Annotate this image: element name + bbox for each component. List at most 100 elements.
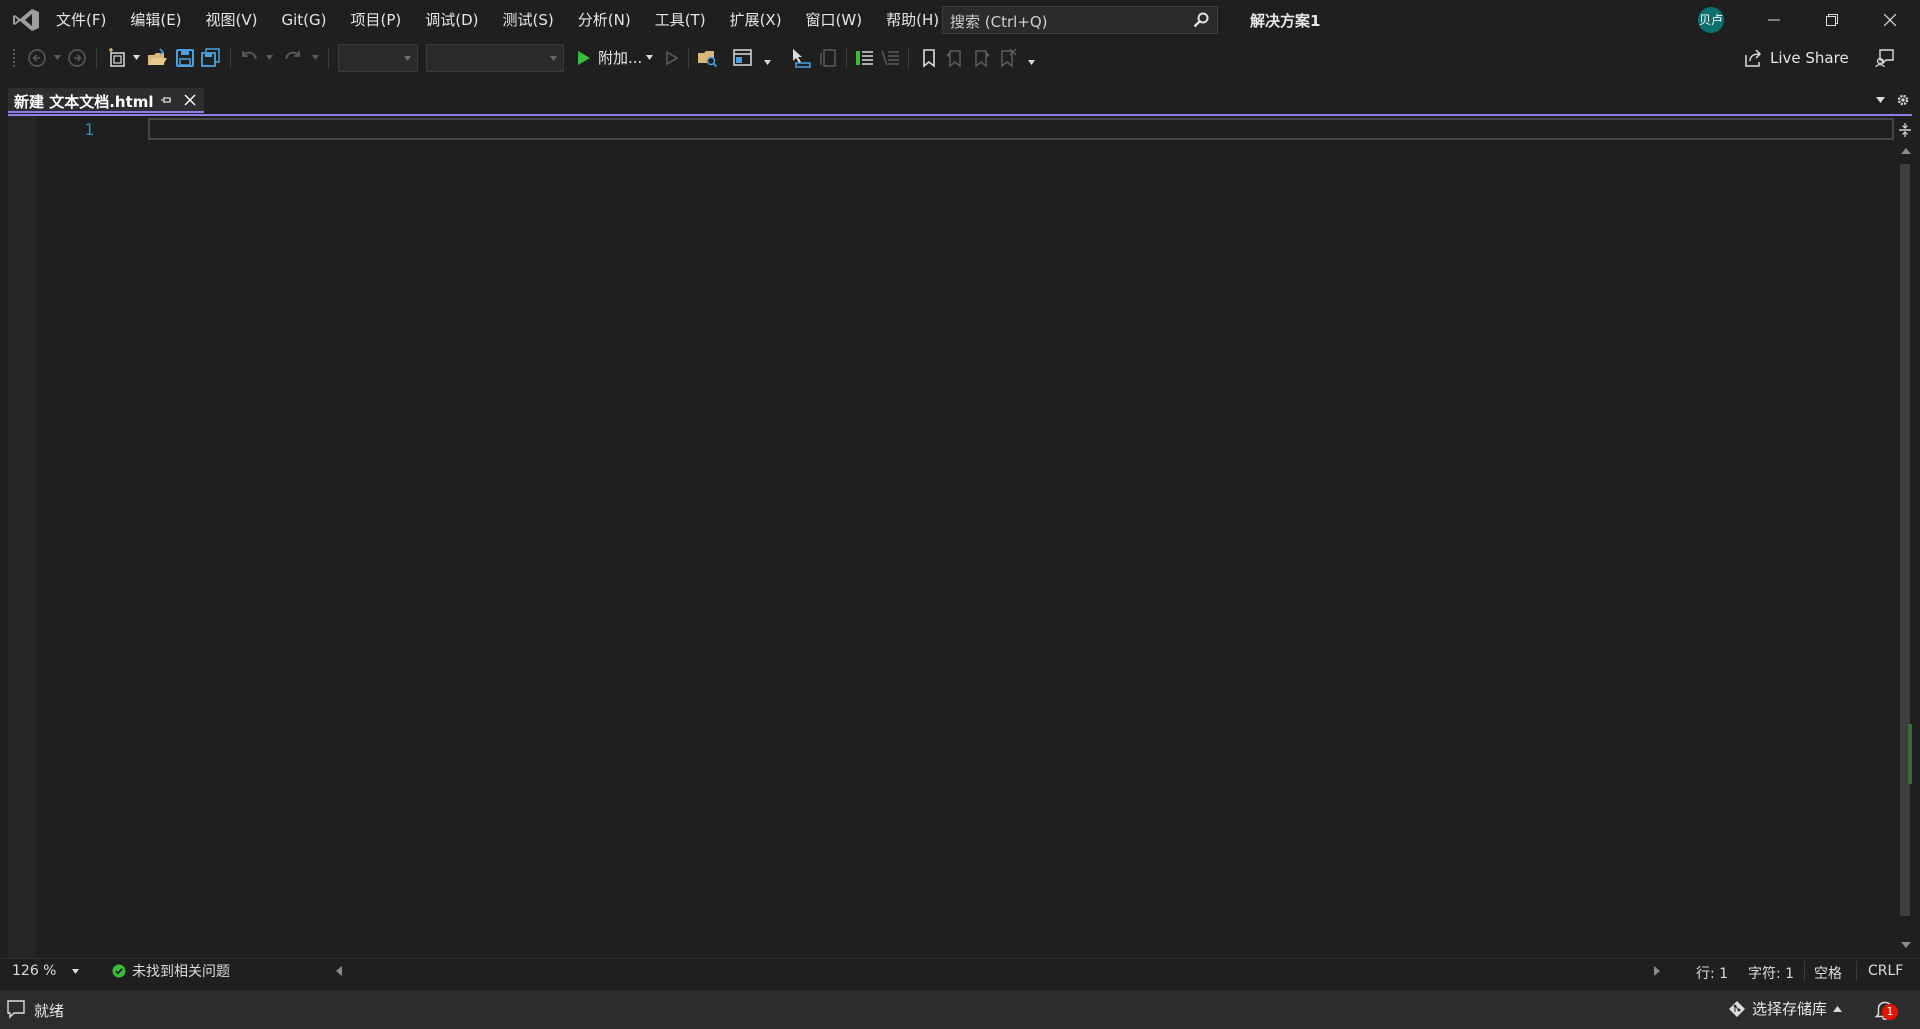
scrollbar-thumb[interactable] — [1900, 164, 1910, 916]
browse-folder-button[interactable] — [696, 47, 718, 69]
step-into-specific-button[interactable] — [790, 47, 812, 69]
menu-test[interactable]: 测试(S) — [491, 5, 566, 35]
new-dropdown-icon[interactable] — [133, 55, 140, 60]
start-dropdown-icon[interactable] — [646, 55, 653, 60]
menu-analyze[interactable]: 分析(N) — [566, 5, 643, 35]
issues-indicator[interactable]: 未找到相关问题 — [112, 961, 230, 981]
scroll-right-icon[interactable] — [1654, 966, 1660, 976]
document-arrow-icon — [820, 49, 836, 67]
start-label[interactable]: 附加... — [598, 47, 642, 68]
close-icon[interactable] — [184, 94, 196, 106]
undo-dropdown-icon[interactable] — [266, 55, 273, 60]
minimize-button[interactable] — [1746, 0, 1802, 40]
layout-dropdown-icon[interactable] — [764, 60, 771, 65]
chevron-down-icon — [550, 56, 557, 61]
menu-project[interactable]: 项目(P) — [339, 5, 414, 35]
menu-edit[interactable]: 编辑(E) — [118, 5, 193, 35]
feedback-button[interactable] — [1874, 47, 1896, 69]
menu-tools[interactable]: 工具(T) — [643, 5, 718, 35]
save-all-button[interactable] — [200, 47, 222, 69]
code-editor[interactable]: 1 — [8, 116, 1912, 958]
toolbar-separator — [230, 48, 231, 68]
line-indicator[interactable]: 行: 1 — [1696, 963, 1728, 983]
browser-link-button[interactable] — [732, 47, 754, 69]
line-ending-indicator[interactable]: CRLF — [1868, 963, 1903, 979]
menu-extensions[interactable]: 扩展(X) — [718, 5, 794, 35]
minimize-icon — [1768, 19, 1780, 21]
menu-file[interactable]: 文件(F) — [44, 5, 118, 35]
bookmark-next-icon — [975, 50, 990, 68]
save-button[interactable] — [174, 47, 196, 69]
menu-git[interactable]: Git(G) — [270, 5, 339, 35]
start-debugging-button[interactable] — [572, 47, 594, 69]
scroll-left-icon[interactable] — [336, 966, 342, 976]
solution-name: 解决方案1 — [1250, 12, 1321, 30]
next-bookmark-button[interactable] — [970, 47, 992, 69]
menu-debug[interactable]: 调试(D) — [413, 5, 490, 35]
open-file-button[interactable] — [146, 47, 168, 69]
output-window-icon[interactable] — [6, 999, 26, 1019]
menu-help[interactable]: 帮助(H) — [874, 5, 951, 35]
gear-icon[interactable] — [1896, 93, 1910, 107]
scroll-up-icon[interactable] — [1901, 148, 1911, 154]
close-window-button[interactable] — [1862, 0, 1918, 40]
horizontal-scrollbar[interactable] — [350, 964, 1650, 978]
scroll-down-icon[interactable] — [1901, 942, 1911, 948]
previous-bookmark-button[interactable] — [944, 47, 966, 69]
tab-list-dropdown-icon[interactable] — [1876, 97, 1885, 103]
live-share-icon — [1745, 49, 1762, 67]
new-project-button[interactable] — [106, 47, 128, 69]
solution-platform-dropdown[interactable] — [426, 44, 564, 72]
redo-dropdown-icon[interactable] — [312, 55, 319, 60]
visual-studio-logo-icon[interactable] — [12, 8, 40, 32]
select-repository-button[interactable]: 选择存储库 — [1728, 998, 1843, 1019]
toolbar-grip-icon[interactable] — [12, 48, 18, 68]
save-all-icon — [201, 48, 220, 67]
menu-bar: 文件(F) 编辑(E) 视图(V) Git(G) 项目(P) 调试(D) 测试(… — [44, 0, 951, 40]
editor-status-row: 126 % 未找到相关问题 行: 1 字符: 1 空格 CRLF — [0, 958, 1920, 984]
cursor-select-icon — [793, 49, 811, 68]
notification-count-badge: 1 — [1882, 1004, 1898, 1020]
solution-configuration-dropdown[interactable] — [338, 44, 418, 72]
search-input[interactable]: 搜索 (Ctrl+Q) — [942, 6, 1218, 34]
toolbar-separator — [328, 48, 329, 68]
navigate-back-button[interactable] — [26, 47, 48, 69]
tab-new-text-document[interactable]: 新建 文本文档.html — [8, 88, 204, 113]
comment-lines-button[interactable] — [854, 47, 876, 69]
redo-button[interactable] — [282, 47, 304, 69]
status-separator — [1804, 961, 1805, 981]
menu-window[interactable]: 窗口(W) — [794, 5, 875, 35]
new-item-icon — [109, 48, 125, 67]
navigate-forward-button[interactable] — [66, 47, 88, 69]
indicator-margin[interactable] — [8, 116, 36, 958]
start-without-debugging-button[interactable] — [660, 47, 682, 69]
split-window-icon[interactable] — [1899, 122, 1911, 138]
user-avatar[interactable]: 贝卢 — [1698, 7, 1724, 33]
pin-icon[interactable] — [160, 94, 172, 106]
folder-search-icon — [698, 51, 718, 68]
zoom-dropdown[interactable]: 126 % — [8, 960, 84, 982]
restore-button[interactable] — [1804, 0, 1860, 40]
undo-icon — [242, 51, 257, 60]
toolbar-separator — [908, 48, 909, 68]
current-line-highlight[interactable] — [148, 118, 1894, 140]
menu-view[interactable]: 视图(V) — [194, 5, 270, 35]
clear-bookmarks-button[interactable] — [996, 47, 1018, 69]
status-separator — [1856, 961, 1857, 981]
back-dropdown-icon[interactable] — [54, 55, 61, 60]
scrollbar-change-marker — [1908, 724, 1912, 784]
restore-icon — [1826, 14, 1838, 26]
show-next-statement-button[interactable] — [818, 47, 840, 69]
indentation-indicator[interactable]: 空格 — [1814, 963, 1842, 983]
open-folder-icon — [148, 48, 167, 65]
toolbar-overflow-icon[interactable] — [1028, 60, 1035, 65]
play-outline-icon — [666, 50, 679, 66]
uncomment-lines-button[interactable] — [880, 47, 902, 69]
live-share-button[interactable]: Live Share — [1744, 46, 1849, 70]
live-share-label: Live Share — [1770, 49, 1849, 67]
toggle-bookmark-button[interactable] — [918, 47, 940, 69]
check-circle-icon — [112, 964, 126, 978]
char-indicator[interactable]: 字符: 1 — [1748, 963, 1794, 983]
search-icon[interactable] — [1193, 12, 1209, 28]
undo-button[interactable] — [238, 47, 260, 69]
